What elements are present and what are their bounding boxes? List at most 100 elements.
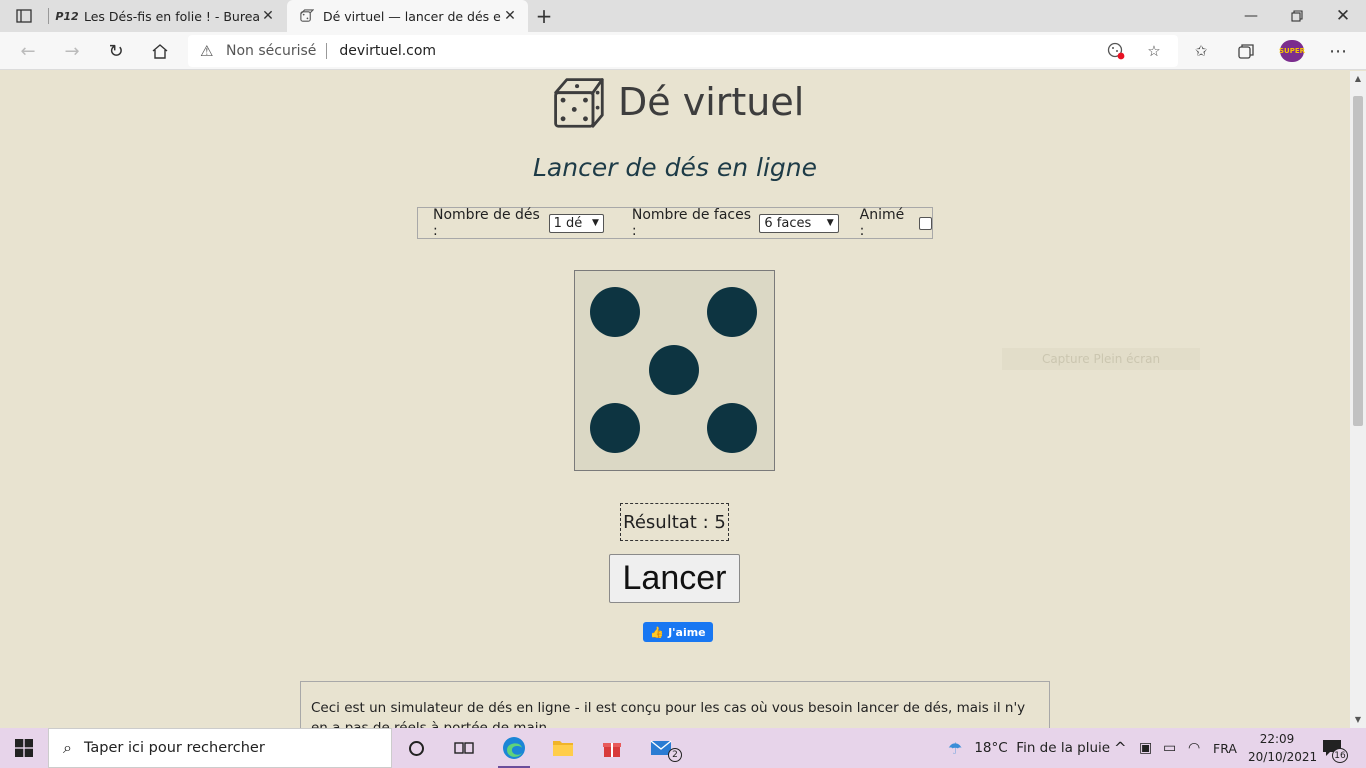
fullscreen-capture-overlay[interactable]: Capture Plein écran bbox=[1002, 348, 1200, 370]
home-button[interactable] bbox=[144, 36, 176, 66]
info-text: Ceci est un simulateur de dés en ligne -… bbox=[311, 700, 1026, 728]
tab-title: Dé virtuel — lancer de dés en lig bbox=[323, 8, 502, 24]
address-separator bbox=[326, 43, 328, 59]
die-pip bbox=[590, 403, 640, 453]
restore-icon bbox=[1291, 10, 1303, 22]
scrollbar-thumb[interactable] bbox=[1353, 96, 1363, 426]
weather-rain-icon: ☂ bbox=[948, 738, 963, 758]
info-box: Ceci est un simulateur de dés en ligne -… bbox=[300, 681, 1050, 728]
dice-count-label: Nombre de dés : bbox=[433, 207, 540, 239]
system-clock[interactable]: 22:09 20/10/2021 bbox=[1248, 730, 1318, 766]
taskbar-search-input[interactable]: ⌕ Taper ici pour rechercher bbox=[48, 728, 392, 768]
page-subtitle: Lancer de dés en ligne bbox=[532, 153, 818, 182]
close-icon[interactable]: ✕ bbox=[502, 8, 518, 24]
close-icon[interactable]: ✕ bbox=[260, 8, 276, 24]
mail-button[interactable]: 2 bbox=[638, 728, 686, 768]
back-button[interactable]: ← bbox=[12, 36, 44, 66]
mail-badge: 2 bbox=[668, 748, 682, 762]
notifications-button[interactable]: 16 bbox=[1322, 728, 1348, 768]
meet-now-icon[interactable]: ▣ bbox=[1139, 728, 1152, 768]
dice-count-select[interactable]: 1 dé ▼ bbox=[548, 213, 604, 233]
thumbs-up-icon: 👍 bbox=[650, 625, 665, 639]
die-pip bbox=[707, 403, 757, 453]
tracking-prevention-icon[interactable] bbox=[1105, 40, 1127, 62]
clock-date: 20/10/2021 bbox=[1248, 750, 1318, 764]
file-explorer-button[interactable] bbox=[539, 728, 587, 768]
arrow-left-icon: ← bbox=[20, 40, 36, 62]
task-view-icon bbox=[454, 742, 474, 754]
clock-time: 22:09 bbox=[1259, 732, 1295, 746]
chevron-down-icon: ▼ bbox=[826, 218, 834, 228]
faces-value: 6 faces bbox=[764, 215, 812, 231]
start-button[interactable] bbox=[0, 728, 48, 768]
dice-favicon-icon bbox=[297, 8, 315, 24]
forward-button[interactable]: → bbox=[56, 36, 88, 66]
tab-title: Les Dés-fis en folie ! - Bureau de bbox=[84, 8, 260, 24]
address-bar[interactable]: ⚠ Non sécurisé devirtuel.com bbox=[188, 35, 1178, 67]
faces-select[interactable]: 6 faces ▼ bbox=[759, 213, 839, 233]
cortana-icon bbox=[408, 740, 424, 756]
scroll-down-icon[interactable]: ▼ bbox=[1353, 715, 1363, 725]
tab-de-virtuel[interactable]: Dé virtuel — lancer de dés en lig ✕ bbox=[287, 0, 528, 32]
home-icon bbox=[152, 43, 168, 59]
page-content: Dé virtuel Lancer de dés en ligne Nombre… bbox=[0, 71, 1350, 728]
tab-actions-button[interactable] bbox=[0, 0, 48, 32]
refresh-button[interactable]: ↻ bbox=[100, 36, 132, 66]
chevron-down-icon: ▼ bbox=[591, 218, 599, 228]
facebook-like-button[interactable]: 👍 J'aime bbox=[643, 622, 713, 642]
close-icon: ✕ bbox=[1335, 6, 1351, 26]
windows-logo-icon bbox=[15, 739, 33, 757]
like-label: J'aime bbox=[668, 625, 706, 639]
profile-avatar[interactable]: SUPER bbox=[1279, 40, 1305, 62]
edge-icon bbox=[503, 737, 525, 759]
windows-taskbar: ⌕ Taper ici pour rechercher 2 ☂ 18°C Fin… bbox=[0, 728, 1366, 768]
wifi-icon[interactable]: ◠ bbox=[1188, 728, 1200, 768]
close-window-button[interactable]: ✕ bbox=[1320, 0, 1366, 32]
show-hidden-icons-button[interactable]: ^ bbox=[1114, 728, 1127, 768]
gift-icon bbox=[603, 743, 621, 757]
minimize-button[interactable]: — bbox=[1228, 0, 1274, 32]
restore-button[interactable] bbox=[1274, 0, 1320, 32]
warning-icon: ⚠ bbox=[200, 42, 214, 60]
tab-actions-icon bbox=[16, 9, 32, 23]
p12-favicon-icon: P12 bbox=[55, 9, 79, 23]
arrow-right-icon: → bbox=[64, 40, 80, 62]
add-favorite-icon[interactable]: ☆ bbox=[1143, 40, 1165, 62]
search-icon: ⌕ bbox=[63, 738, 72, 757]
dice-count-value: 1 dé bbox=[553, 215, 583, 231]
die-pip bbox=[649, 345, 699, 395]
die-face[interactable] bbox=[574, 270, 775, 471]
tab-bar: P12 Les Dés-fis en folie ! - Bureau de ✕… bbox=[0, 0, 1366, 32]
animated-checkbox[interactable] bbox=[919, 216, 933, 230]
result-display: Résultat : 5 bbox=[620, 503, 729, 541]
language-indicator[interactable]: FRA bbox=[1213, 728, 1237, 768]
site-header: Dé virtuel bbox=[550, 73, 804, 131]
weather-widget[interactable]: ☂ 18°C Fin de la pluie bbox=[948, 728, 1110, 768]
url-text: devirtuel.com bbox=[339, 43, 437, 59]
site-title: Dé virtuel bbox=[618, 80, 805, 124]
refresh-icon: ↻ bbox=[108, 40, 124, 62]
task-view-button[interactable] bbox=[440, 728, 488, 768]
dice-logo-icon bbox=[554, 78, 604, 128]
faces-label: Nombre de faces : bbox=[631, 207, 752, 239]
plus-icon: + bbox=[535, 4, 553, 28]
minimize-icon: — bbox=[1244, 8, 1258, 24]
die-pip bbox=[707, 287, 757, 337]
favorites-icon[interactable]: ✩ bbox=[1190, 40, 1212, 62]
vertical-scrollbar[interactable]: ▲ ▼ bbox=[1350, 71, 1366, 728]
roll-button[interactable]: Lancer bbox=[609, 554, 740, 603]
scroll-up-icon[interactable]: ▲ bbox=[1353, 74, 1363, 84]
chevron-up-icon: ^ bbox=[1114, 739, 1127, 757]
cortana-button[interactable] bbox=[392, 728, 440, 768]
battery-icon[interactable]: ▭ bbox=[1163, 728, 1176, 768]
gift-app-button[interactable] bbox=[588, 728, 636, 768]
dice-options-panel: Nombre de dés : 1 dé ▼ Nombre de faces :… bbox=[417, 207, 933, 239]
tab-les-des-fis[interactable]: P12 Les Dés-fis en folie ! - Bureau de ✕ bbox=[48, 0, 286, 32]
new-tab-button[interactable]: + bbox=[530, 0, 558, 32]
more-options-icon[interactable]: ⋯ bbox=[1327, 40, 1349, 62]
collections-icon[interactable] bbox=[1235, 40, 1257, 62]
folder-icon bbox=[553, 741, 573, 756]
animated-label: Animé : bbox=[859, 207, 905, 239]
weather-text: 18°C Fin de la pluie bbox=[974, 740, 1111, 756]
edge-taskbar-button[interactable] bbox=[490, 728, 538, 768]
